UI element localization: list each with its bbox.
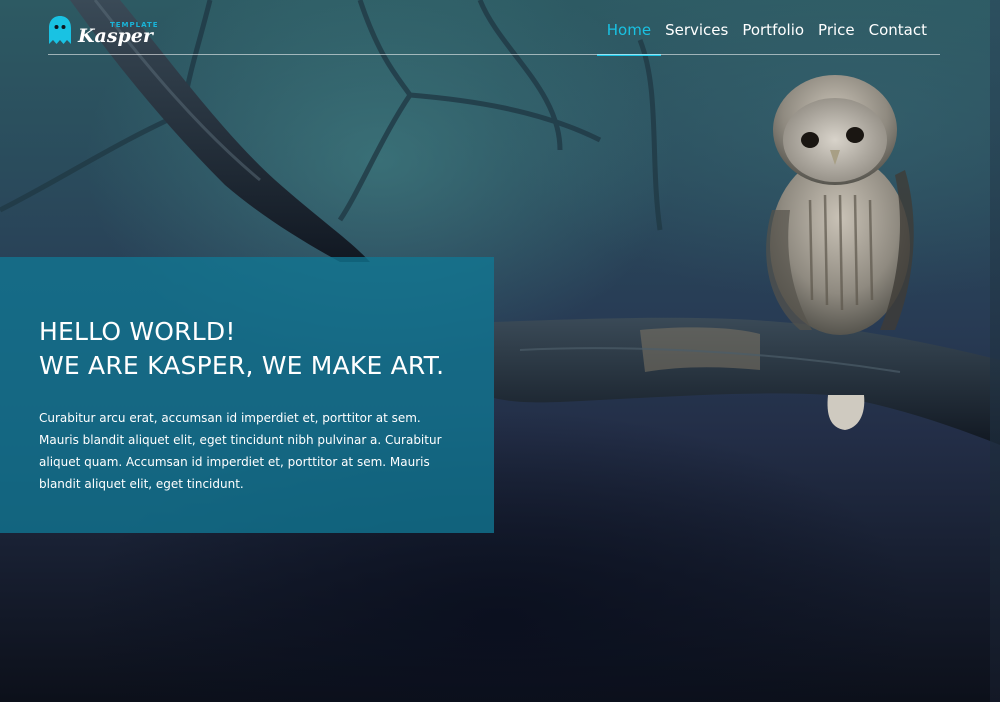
nav-link-services[interactable]: Services <box>658 20 735 41</box>
logo-wordmark: TEMPLATE Kasper <box>78 14 158 47</box>
nav-link-home[interactable]: Home <box>596 20 662 56</box>
right-scroll-edge <box>990 0 1000 702</box>
intro-paragraph: Curabitur arcu erat, accumsan id imperdi… <box>39 411 442 491</box>
nav-link-price[interactable]: Price <box>811 20 862 41</box>
main-nav: Home Services Portfolio Price Contact <box>596 20 934 56</box>
nav-divider <box>48 54 940 55</box>
nav-link-portfolio[interactable]: Portfolio <box>735 20 811 41</box>
intro-heading: HELLO WORLD! WE ARE KASPER, WE MAKE ART. <box>39 315 454 383</box>
ghost-icon <box>49 16 71 44</box>
nav-link-contact[interactable]: Contact <box>862 20 934 41</box>
intro-heading-line-2: WE ARE KASPER, WE MAKE ART. <box>39 351 445 380</box>
logo-title: Kasper <box>78 25 153 47</box>
intro-heading-line-1: HELLO WORLD! <box>39 317 236 346</box>
intro-box: HELLO WORLD! WE ARE KASPER, WE MAKE ART.… <box>0 257 494 533</box>
navbar: TEMPLATE Kasper Home Services Portfolio … <box>0 0 1000 56</box>
logo[interactable]: TEMPLATE Kasper <box>48 14 158 47</box>
